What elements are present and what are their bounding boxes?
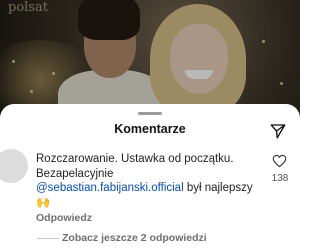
heart-icon[interactable]: [272, 154, 287, 168]
comment-line-2: Bezapelacyjnie: [36, 167, 114, 180]
reply-button[interactable]: Odpowiedz: [36, 212, 92, 224]
comment-text: Rozczarowanie. Ustawka od początku. Beza…: [36, 152, 264, 210]
comment-line-3: @sebastian.fabijanski.official był najle…: [36, 181, 264, 196]
sheet-drag-handle[interactable]: [138, 112, 162, 115]
overlay-dim[interactable]: [0, 0, 300, 120]
view-replies-divider: [37, 238, 59, 239]
send-icon[interactable]: [269, 122, 287, 140]
view-more-replies-button[interactable]: Zobacz jeszcze 2 odpowiedzi: [62, 232, 207, 244]
sheet-title: Komentarze: [114, 122, 186, 136]
video-background: polsat: [0, 0, 300, 120]
comment-emoji: 🙌: [36, 196, 51, 209]
mention-link[interactable]: @sebastian.fabijanski.official: [36, 182, 184, 194]
like-count: 138: [271, 173, 289, 184]
comment-line-1: Rozczarowanie. Ustawka od początku.: [36, 153, 234, 165]
comment-line-3-text: był najlepszy: [183, 182, 253, 194]
